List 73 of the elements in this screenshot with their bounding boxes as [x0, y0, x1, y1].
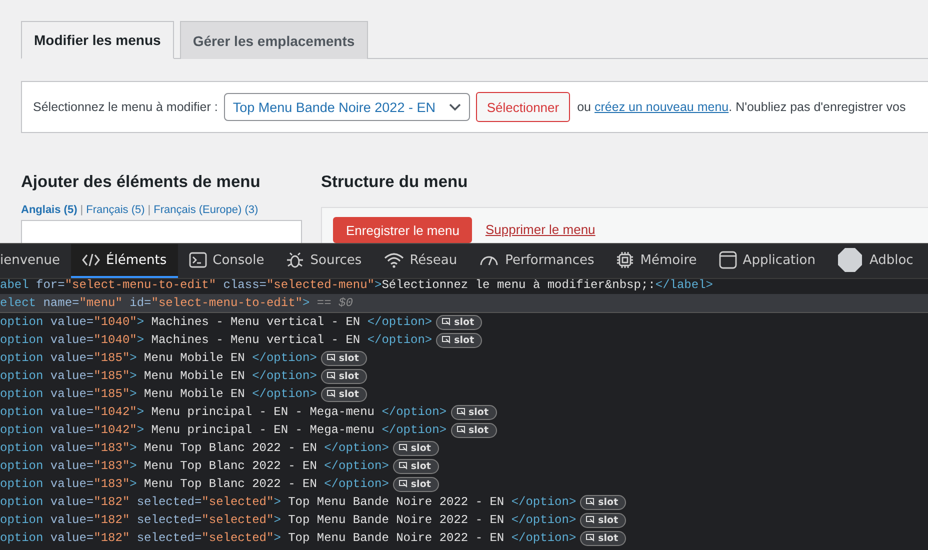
devtools-tab[interactable]: Mémoire — [605, 244, 708, 278]
code-line[interactable]: option value="1040"> Machines - Menu vertical - EN </option> — [0, 333, 432, 347]
slot-badge[interactable]: slot — [436, 314, 482, 330]
code-line[interactable]: option value="182" selected="selected"> Top Menu Bande Noire 2022 - EN </option> — [0, 531, 576, 545]
separator: | — [148, 204, 151, 216]
devtools-tab[interactable]: Console — [178, 244, 276, 278]
slot-badge[interactable]: slot — [320, 386, 367, 402]
language-link[interactable]: Français (Europe) (3) — [154, 204, 258, 216]
create-menu-link[interactable]: créez un nouveau menu — [594, 100, 729, 114]
delete-menu-link[interactable]: Supprimer le menu — [485, 222, 596, 237]
bug-icon — [286, 251, 304, 269]
devtools-tab[interactable]: Éléments — [71, 244, 178, 278]
code-icon — [82, 252, 100, 268]
reveal-icon — [442, 336, 452, 344]
reveal-icon — [456, 408, 466, 416]
code-line[interactable]: option value="1042"> Menu principal - EN - Mega-menu </option> — [0, 423, 447, 437]
code-line[interactable]: abel for="select-menu-to-edit" class="selected-menu">Sélectionnez le menu à modifier&nbsp;:</label> — [0, 278, 713, 292]
page-tab[interactable]: Modifier les menus — [21, 21, 174, 59]
reveal-icon — [456, 426, 466, 434]
reveal-icon — [326, 390, 336, 398]
slot-badge[interactable]: slot — [392, 440, 439, 456]
save-menu-button[interactable]: Enregistrer le menu — [333, 217, 472, 243]
language-link[interactable]: Anglais (5) — [21, 204, 78, 216]
separator: | — [80, 204, 84, 216]
reveal-icon — [326, 354, 336, 362]
reveal-icon — [586, 498, 596, 506]
slot-badge[interactable]: slot — [320, 368, 367, 384]
slot-badge[interactable]: slot — [436, 332, 482, 348]
menu-select[interactable]: Top Menu Bande Noire 2022 - EN — [224, 93, 470, 121]
devtools-tab[interactable]: Performances — [468, 244, 606, 278]
reveal-icon — [586, 516, 596, 524]
code-line[interactable]: option value="183"> Menu Top Blanc 2022 - EN </option> — [0, 477, 389, 491]
reveal-icon — [326, 372, 336, 380]
slot-badge[interactable]: slot — [450, 422, 496, 438]
chevron-down-icon — [448, 103, 461, 111]
code-line[interactable]: option value="183"> Menu Top Blanc 2022 - EN </option> — [0, 441, 389, 455]
reveal-icon — [442, 318, 452, 326]
slot-badge[interactable]: slot — [450, 404, 496, 420]
page-tab[interactable]: Gérer les emplacements — [180, 21, 368, 59]
instruction-text: ou créez un nouveau menu. N'oubliez pas d'enregistrer vos — [577, 100, 906, 114]
reveal-icon — [586, 534, 596, 542]
window-icon — [718, 251, 737, 269]
octagon-icon — [837, 247, 864, 273]
slot-badge[interactable]: slot — [580, 494, 626, 510]
picker-label: Sélectionnez le menu à modifier : — [33, 100, 218, 114]
code-line[interactable]: option value="1040"> Machines - Menu vertical - EN </option> — [0, 315, 432, 329]
section-heading: Ajouter des éléments de menu — [21, 173, 262, 193]
reveal-icon — [398, 480, 408, 488]
code-line[interactable]: option value="185"> Menu Mobile EN </option> — [0, 351, 317, 365]
language-link[interactable]: Français (5) — [86, 204, 145, 216]
code-line[interactable]: option value="182" selected="selected"> Top Menu Bande Noire 2022 - EN </option> — [0, 495, 576, 509]
wifi-icon — [384, 252, 404, 268]
slot-badge[interactable]: slot — [392, 458, 439, 474]
code-line[interactable]: option value="183"> Menu Top Blanc 2022 - EN </option> — [0, 459, 389, 473]
slot-badge[interactable]: slot — [580, 512, 626, 528]
chip-icon — [616, 251, 634, 269]
slot-badge[interactable]: slot — [392, 476, 439, 492]
code-line[interactable]: option value="185"> Menu Mobile EN </option> — [0, 387, 317, 401]
devtools-tab[interactable]: Sources — [275, 244, 373, 278]
devtools-tab[interactable]: Réseau — [372, 244, 468, 278]
console-icon — [188, 252, 207, 268]
reveal-icon — [398, 462, 408, 470]
select-button[interactable]: Sélectionner — [476, 92, 570, 122]
devtools-tab[interactable]: Adbloc — [826, 244, 914, 278]
devtools-tab[interactable]: Application — [708, 244, 826, 278]
section-heading: Structure du menu — [321, 173, 469, 193]
devtools-tab[interactable]: ienvenue — [0, 244, 72, 278]
code-line[interactable]: option value="1042"> Menu principal - EN - Mega-menu </option> — [0, 405, 447, 419]
code-line[interactable]: option value="182" selected="selected"> Top Menu Bande Noire 2022 - EN </option> — [0, 513, 576, 527]
code-line[interactable]: option value="185"> Menu Mobile EN </option> — [0, 369, 317, 383]
reveal-icon — [398, 444, 408, 452]
slot-badge[interactable]: slot — [580, 530, 626, 546]
slot-badge[interactable]: slot — [320, 350, 367, 366]
